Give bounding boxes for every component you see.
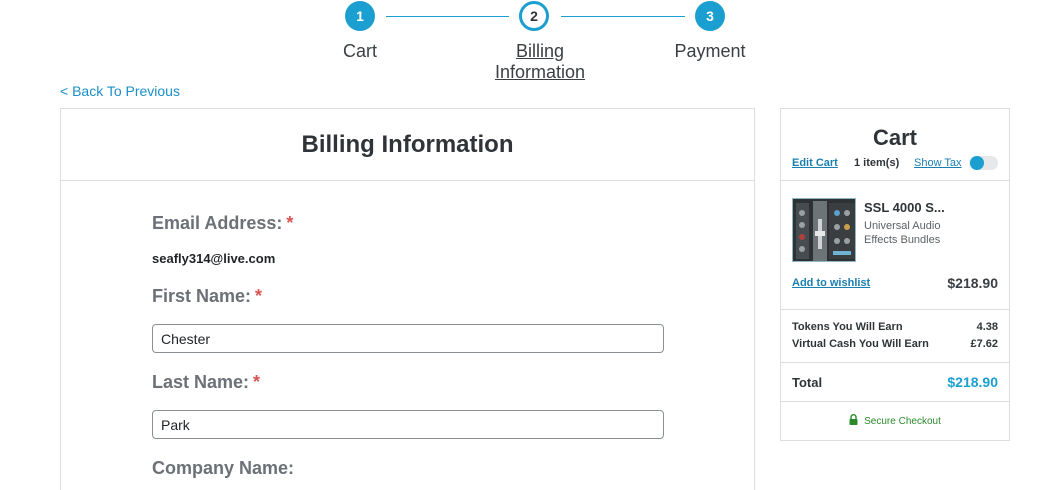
last-name-label: Last Name: * <box>152 372 260 393</box>
tokens-earn-row: Tokens You Will Earn 4.38 <box>792 321 998 333</box>
step-2-circle: 2 <box>519 1 549 31</box>
show-tax-toggle[interactable] <box>969 156 998 170</box>
first-name-label: First Name: * <box>152 286 262 307</box>
product-thumbnail-art <box>793 199 855 261</box>
item-price: $218.90 <box>947 275 998 291</box>
company-name-label: Company Name: <box>152 458 295 478</box>
step-connector-1 <box>386 16 509 17</box>
cart-divider-total <box>781 362 1009 363</box>
email-value: seafly314@live.com <box>152 251 276 266</box>
last-name-input[interactable] <box>152 410 664 439</box>
step-1-number: 1 <box>356 8 364 24</box>
product-name[interactable]: SSL 4000 S... <box>864 200 945 215</box>
virtual-cash-value: £7.62 <box>970 338 998 350</box>
step-2-label-line2: Information <box>494 62 586 82</box>
secure-checkout-label: Secure Checkout <box>864 416 941 427</box>
tokens-value: 4.38 <box>976 321 998 333</box>
virtual-cash-row: Virtual Cash You Will Earn £7.62 <box>792 338 998 350</box>
edit-cart-link[interactable]: Edit Cart <box>792 157 838 169</box>
product-thumbnail[interactable] <box>792 198 856 262</box>
first-name-input[interactable] <box>152 324 664 353</box>
email-label-text: Email Address: <box>152 213 283 233</box>
step-2-label-line1: Billing <box>515 41 565 61</box>
cart-divider-bottom <box>781 401 1009 402</box>
cart-divider-middle <box>781 309 1009 310</box>
cart-summary-panel: Cart Edit Cart 1 item(s) Show Tax SSL 40… <box>780 108 1010 441</box>
show-tax-link[interactable]: Show Tax <box>914 157 962 169</box>
billing-panel: Billing Information Email Address: * seaf… <box>60 108 755 490</box>
product-category: Universal Audio Effects Bundles <box>864 219 940 247</box>
virtual-cash-label: Virtual Cash You Will Earn <box>792 338 929 350</box>
product-category-line2: Effects Bundles <box>864 234 941 246</box>
email-label: Email Address: * <box>152 213 293 234</box>
first-name-required-mark: * <box>255 286 263 306</box>
cart-title: Cart <box>872 125 917 150</box>
secure-checkout: Secure Checkout <box>781 414 1009 428</box>
last-name-label-text: Last Name: <box>152 372 250 392</box>
step-2-label: Billing Information <box>480 41 600 83</box>
toggle-knob <box>970 156 984 170</box>
step-2-number: 2 <box>530 8 538 24</box>
billing-header: Billing Information <box>61 109 754 181</box>
lock-icon <box>849 414 858 428</box>
tokens-label: Tokens You Will Earn <box>792 321 903 333</box>
item-count: 1 item(s) <box>854 157 900 169</box>
step-3-number: 3 <box>706 8 714 24</box>
step-3-label: Payment <box>674 41 746 61</box>
step-connector-2 <box>561 16 685 17</box>
add-to-wishlist-link[interactable]: Add to wishlist <box>792 277 870 289</box>
step-1-label[interactable]: Cart <box>320 41 400 62</box>
total-label: Total <box>792 375 823 390</box>
first-name-label-text: First Name: <box>152 286 252 306</box>
back-to-previous-link[interactable]: < Back To Previous <box>60 83 180 99</box>
step-1-circle: 1 <box>345 1 375 31</box>
billing-title: Billing Information <box>301 130 514 158</box>
step-3-circle: 3 <box>695 1 725 31</box>
cart-divider-top <box>781 180 1009 181</box>
total-value: $218.90 <box>947 374 998 390</box>
last-name-required-mark: * <box>253 372 261 392</box>
product-category-line1: Universal Audio <box>864 220 941 232</box>
email-required-mark: * <box>286 213 294 233</box>
